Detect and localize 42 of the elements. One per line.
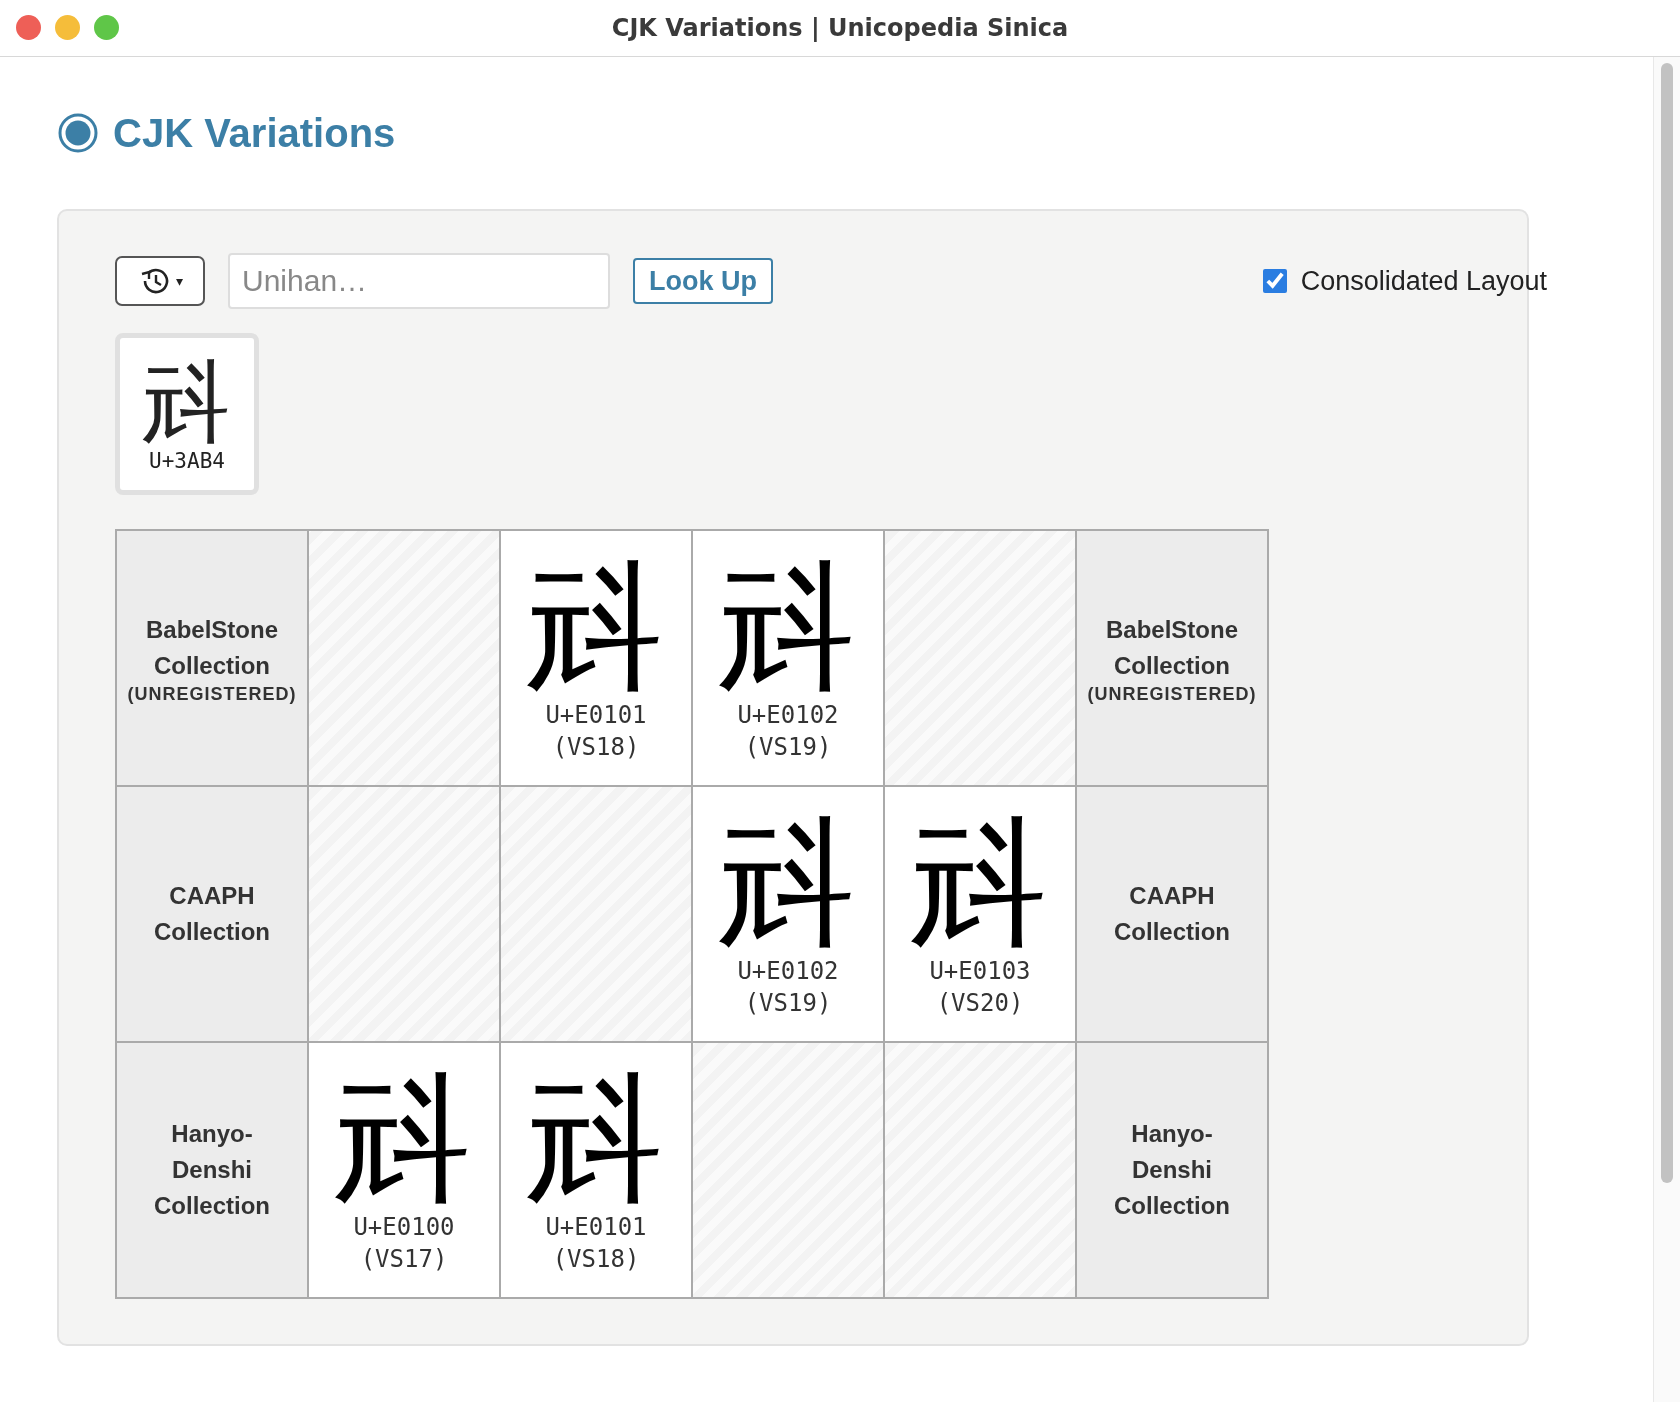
collection-name: BabelStone Collection <box>1105 614 1239 681</box>
variant-glyph: 㪴 <box>526 553 666 701</box>
variant-code: U+E0103 <box>929 956 1031 988</box>
variant-code: U+E0101 <box>545 1212 647 1244</box>
code-point: U+3AB4 <box>149 449 225 474</box>
character-card[interactable]: 㪴 U+3AB4 <box>115 333 259 495</box>
variant-glyph: 㪴 <box>910 809 1050 957</box>
variation-selector: (VS17) <box>360 1243 448 1275</box>
variant-glyph: 㪴 <box>334 1065 474 1213</box>
look-up-button[interactable]: Look Up <box>633 258 773 304</box>
variation-selector: (VS19) <box>744 731 832 763</box>
collection-name: CAAPH Collection <box>1113 881 1231 947</box>
collection-name: BabelStone Collection <box>145 614 279 681</box>
variation-selector: (VS19) <box>744 987 832 1019</box>
history-button[interactable]: ▾ <box>115 256 205 306</box>
checkbox-label: Consolidated Layout <box>1300 265 1547 297</box>
window-title: CJK Variations | Unicopedia Sinica <box>611 14 1069 42</box>
minimize-button[interactable] <box>55 15 80 40</box>
variant-glyph: 㪴 <box>718 553 858 701</box>
variation-selector: (VS18) <box>552 731 640 763</box>
variant-code: U+E0102 <box>737 956 839 988</box>
collection-name: CAAPH Collection <box>153 881 271 947</box>
variant-code: U+E0102 <box>737 700 839 732</box>
scrollbar[interactable] <box>1653 57 1680 1402</box>
collection-name: Hanyo-Denshi Collection <box>153 1119 271 1221</box>
character-glyph: 㪴 <box>142 354 232 450</box>
close-button[interactable] <box>16 15 41 40</box>
variation-selector: (VS20) <box>936 987 1024 1019</box>
collection-name: Hanyo-Denshi Collection <box>1113 1119 1231 1221</box>
zoom-button[interactable] <box>94 15 119 40</box>
variant-glyph: 㪴 <box>526 1065 666 1213</box>
variant-code: U+E0101 <box>545 700 647 732</box>
variant-code: U+E0100 <box>353 1212 455 1244</box>
scrollbar-thumb[interactable] <box>1661 63 1673 1183</box>
page-heading: CJK Variations <box>113 110 396 156</box>
variant-glyph: 㪴 <box>718 809 858 957</box>
collection-note: (UNREGISTERED) <box>127 683 297 705</box>
search-field[interactable]: Unihan… <box>228 253 610 309</box>
variation-selector: (VS18) <box>552 1243 640 1275</box>
checkbox[interactable] <box>1262 269 1287 293</box>
collection-note: (UNREGISTERED) <box>1087 683 1257 705</box>
radio-icon <box>57 112 99 154</box>
